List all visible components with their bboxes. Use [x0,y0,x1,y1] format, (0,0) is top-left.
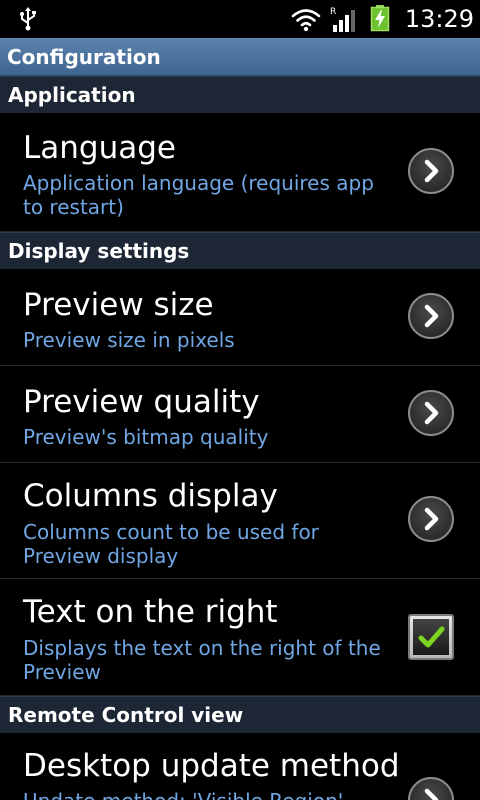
category-display-settings: Display settings [0,232,480,269]
pref-title: Language [23,130,176,166]
pref-summary: Displays the text on the right of the Pr… [23,636,381,684]
pref-title: Desktop update method [23,748,400,784]
chevron-right-icon[interactable] [408,777,454,800]
pref-preview-size[interactable]: Preview size Preview size in pixels [0,269,480,366]
category-application: Application [0,76,480,113]
pref-title: Columns display [23,478,278,514]
category-header: Application [8,83,136,107]
pref-language[interactable]: Language Application language (requires … [0,113,480,232]
pref-summary: Update method: 'Visible Region' [23,789,383,800]
status-bar: R 13:29 [0,0,480,38]
pref-preview-quality[interactable]: Preview quality Preview's bitmap quality [0,366,480,463]
category-header: Display settings [8,239,190,263]
pref-summary: Preview size in pixels [23,328,235,352]
pref-title: Preview quality [23,384,260,420]
text-on-right-checkbox[interactable] [408,614,454,660]
pref-text-on-the-right[interactable]: Text on the right Displays the text on t… [0,579,480,696]
title-bar: Configuration [0,38,480,76]
pref-summary: Application language (requires app to re… [23,171,374,219]
battery-charging-icon [370,5,390,32]
signal-icon: R [330,5,356,33]
category-header: Remote Control view [8,703,244,727]
chevron-right-icon[interactable] [408,390,454,436]
roaming-label: R [330,7,336,17]
pref-title: Text on the right [23,594,278,630]
preference-list[interactable]: Application Language Application languag… [0,76,480,800]
pref-summary: Columns count to be used for Preview dis… [23,520,319,568]
chevron-right-icon[interactable] [408,148,454,194]
pref-title: Preview size [23,287,214,323]
page-title: Configuration [7,45,161,69]
chevron-right-icon[interactable] [408,496,454,542]
check-mark-icon [418,626,445,648]
wifi-icon [291,9,321,32]
usb-icon [20,7,36,31]
chevron-right-icon[interactable] [408,293,454,339]
pref-columns-display[interactable]: Columns display Columns count to be used… [0,463,480,579]
clock: 13:29 [404,5,474,33]
pref-desktop-update-method[interactable]: Desktop update method Update method: 'Vi… [0,733,480,800]
category-remote-control-view: Remote Control view [0,696,480,733]
pref-summary: Preview's bitmap quality [23,425,269,449]
